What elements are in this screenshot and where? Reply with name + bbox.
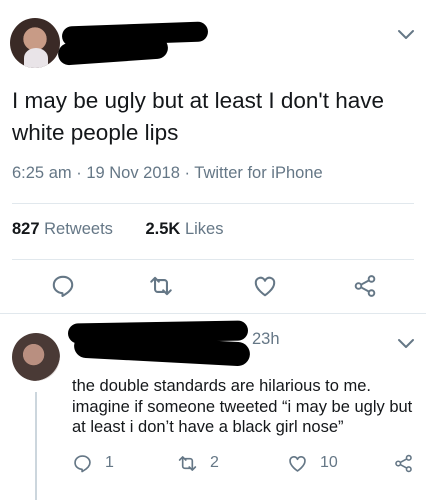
reply-like-action[interactable]: 10 bbox=[287, 452, 338, 474]
tweet-source[interactable]: Twitter for iPhone bbox=[194, 164, 322, 182]
divider bbox=[12, 203, 414, 204]
likes-stat[interactable]: 2.5K Likes bbox=[146, 220, 224, 238]
reply-icon bbox=[74, 454, 91, 472]
reply-icon[interactable] bbox=[50, 273, 76, 299]
likes-count: 2.5K bbox=[145, 220, 181, 238]
divider bbox=[0, 313, 426, 314]
share-icon[interactable] bbox=[352, 273, 378, 299]
reply-retweet-count: 2 bbox=[210, 454, 219, 471]
share-icon bbox=[395, 454, 412, 472]
reply-share-action[interactable] bbox=[393, 452, 414, 474]
heart-icon bbox=[289, 455, 306, 472]
tweet-date: 19 Nov 2018 bbox=[86, 164, 180, 182]
tweet-time: 6:25 am bbox=[12, 164, 72, 182]
retweets-label: Retweets bbox=[44, 220, 113, 238]
retweets-count: 827 bbox=[12, 220, 40, 238]
author-avatar[interactable] bbox=[10, 18, 60, 68]
retweets-stat[interactable]: 827 Retweets bbox=[12, 220, 113, 238]
meta-separator: · bbox=[184, 164, 190, 182]
tweet-text: I may be ugly but at least I don't have … bbox=[12, 88, 385, 145]
reply-reply-count: 1 bbox=[105, 454, 114, 471]
reply-retweet-action[interactable]: 2 bbox=[177, 452, 219, 474]
reply-author-avatar[interactable] bbox=[12, 333, 60, 381]
tweet-stats: 827 Retweets 2.5K Likes bbox=[12, 220, 223, 239]
chevron-down-icon[interactable] bbox=[396, 333, 416, 353]
reply-like-count: 10 bbox=[320, 454, 338, 471]
reply-text: the double standards are hilarious to me… bbox=[72, 377, 413, 436]
likes-label: Likes bbox=[184, 220, 224, 238]
divider bbox=[12, 259, 414, 260]
heart-icon[interactable] bbox=[252, 273, 278, 299]
reply-timestamp[interactable]: 23h bbox=[252, 330, 280, 349]
retweet-icon[interactable] bbox=[148, 273, 174, 299]
meta-separator: · bbox=[76, 164, 82, 182]
thread-line bbox=[35, 392, 37, 500]
retweet-icon bbox=[178, 455, 197, 471]
reply-reply-action[interactable]: 1 bbox=[72, 452, 114, 474]
tweet-meta: 6:25 am · 19 Nov 2018 · Twitter for iPho… bbox=[12, 164, 323, 183]
chevron-down-icon[interactable] bbox=[396, 24, 416, 44]
